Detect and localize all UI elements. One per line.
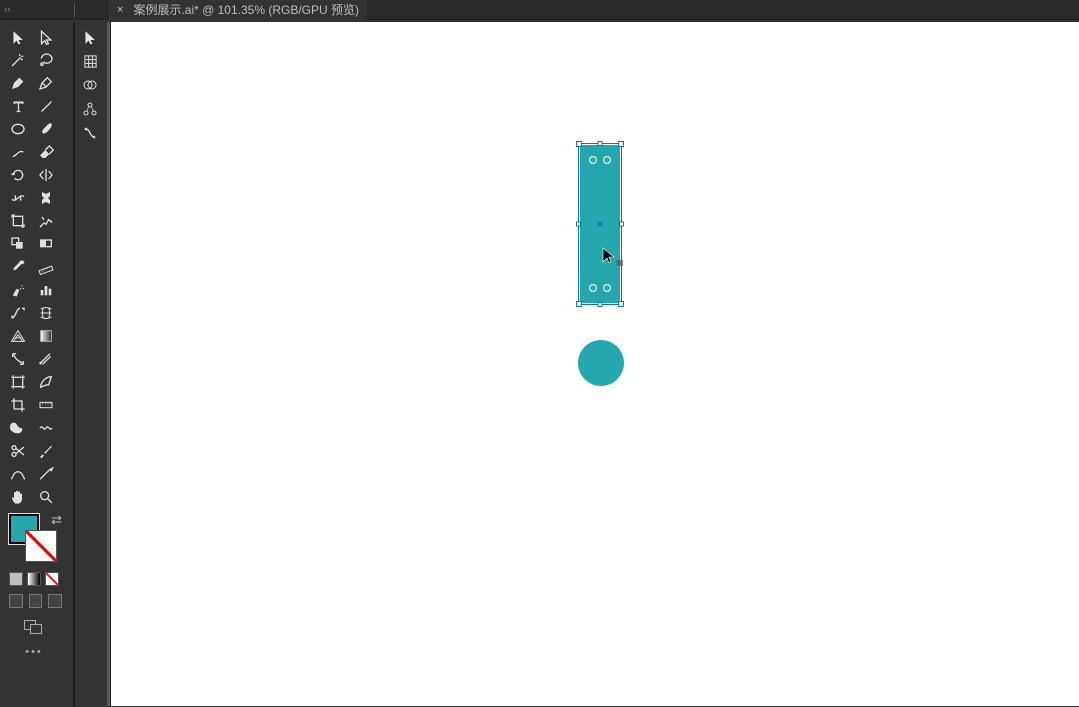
pencil-tool[interactable] xyxy=(6,141,30,163)
puppet-warp-tool[interactable] xyxy=(34,210,58,232)
blend-tool[interactable] xyxy=(6,302,30,324)
center-point xyxy=(598,222,602,226)
document-tab[interactable]: × 案例展示.ai* @ 101.35% (RGB/GPU 预览) xyxy=(109,0,367,20)
knife-tool[interactable] xyxy=(34,440,58,462)
anchor-edit-icon[interactable] xyxy=(78,98,102,120)
draw-normal-button[interactable] xyxy=(9,594,23,608)
swap-fill-stroke-icon[interactable]: ⇄ xyxy=(51,512,62,528)
title-bar: ‹‹ × 案例展示.ai* @ 101.35% (RGB/GPU 预览) xyxy=(0,0,1079,20)
artboard-tool[interactable] xyxy=(6,371,30,393)
draw-inside-button[interactable] xyxy=(48,594,62,608)
hand-tool[interactable] xyxy=(6,486,30,508)
corner-radius-handle-tr[interactable] xyxy=(603,156,611,164)
corner-radius-handle-bl[interactable] xyxy=(589,284,597,292)
selection-bounding-box xyxy=(578,143,622,305)
resize-handle-bl[interactable] xyxy=(576,301,582,307)
curvature-pen-tool[interactable] xyxy=(34,72,58,94)
stroke-swatch[interactable] xyxy=(25,530,57,562)
pixel-grid-icon[interactable] xyxy=(78,50,102,72)
corner-radius-handle-tl[interactable] xyxy=(589,156,597,164)
symbol-sprayer-tool[interactable] xyxy=(6,279,30,301)
shear-tool[interactable] xyxy=(34,348,58,370)
smooth-tool[interactable] xyxy=(34,463,58,485)
toolbox-divider xyxy=(73,22,75,706)
print-tiling-tool[interactable] xyxy=(6,463,30,485)
slice-tool[interactable] xyxy=(34,371,58,393)
resize-handle-t[interactable] xyxy=(598,141,603,146)
draw-behind-button[interactable] xyxy=(29,594,43,608)
screen-mode-button[interactable] xyxy=(24,618,44,634)
paintbrush-tool[interactable] xyxy=(34,118,58,140)
measure-tool[interactable] xyxy=(34,256,58,278)
free-transform-tool[interactable] xyxy=(6,210,30,232)
resize-handle-b[interactable] xyxy=(598,302,603,307)
selection-tool[interactable] xyxy=(6,26,30,48)
main-toolbox: ⇄ ••• xyxy=(6,26,62,658)
group-selection-tool[interactable] xyxy=(78,26,102,48)
canvas[interactable]: ▦ xyxy=(111,22,1079,706)
reflect-tool[interactable] xyxy=(34,164,58,186)
resize-handle-tr[interactable] xyxy=(618,141,624,147)
live-paint-tool[interactable] xyxy=(34,233,58,255)
magic-wand-tool[interactable] xyxy=(6,49,30,71)
eraser-tool[interactable] xyxy=(34,141,58,163)
ruler-tool[interactable] xyxy=(34,394,58,416)
corner-radius-handle-br[interactable] xyxy=(603,284,611,292)
shape-builder-tool[interactable] xyxy=(6,233,30,255)
perspective-grid-tool[interactable] xyxy=(6,325,30,347)
type-tool[interactable] xyxy=(6,95,30,117)
draw-mode-row xyxy=(6,594,62,608)
blob-brush-tool[interactable] xyxy=(6,417,30,439)
aux-tool-column xyxy=(78,26,104,144)
resize-handle-r[interactable] xyxy=(619,222,624,227)
scale-tool[interactable] xyxy=(6,348,30,370)
fill-stroke-swatches[interactable]: ⇄ xyxy=(6,512,62,572)
ellipse-shape[interactable] xyxy=(578,340,624,386)
edit-toolbar-button[interactable]: ••• xyxy=(6,646,62,658)
curvature-lock-icon[interactable] xyxy=(78,122,102,144)
column-graph-tool[interactable] xyxy=(34,279,58,301)
separator xyxy=(74,3,75,17)
lasso-tool[interactable] xyxy=(34,49,58,71)
crop-tool[interactable] xyxy=(6,394,30,416)
warp-tool[interactable] xyxy=(34,187,58,209)
rotate-tool[interactable] xyxy=(6,164,30,186)
direct-selection-tool[interactable] xyxy=(34,26,58,48)
none-color-button[interactable] xyxy=(45,572,59,586)
eyedropper-tool[interactable] xyxy=(6,256,30,278)
resize-handle-tl[interactable] xyxy=(576,141,582,147)
scissors-tool[interactable] xyxy=(6,440,30,462)
pen-tool[interactable] xyxy=(6,72,30,94)
width-tool[interactable] xyxy=(6,187,30,209)
ellipse-tool[interactable] xyxy=(6,118,30,140)
solid-color-button[interactable] xyxy=(9,572,23,586)
zoom-tool[interactable] xyxy=(34,486,58,508)
gradient-tool[interactable] xyxy=(34,325,58,347)
close-tab-icon[interactable]: × xyxy=(117,4,123,16)
mesh-tool[interactable] xyxy=(34,302,58,324)
pathfinder-icon[interactable] xyxy=(78,74,102,96)
line-segment-tool[interactable] xyxy=(34,95,58,117)
color-mode-row xyxy=(6,572,62,586)
resize-handle-br[interactable] xyxy=(618,301,624,307)
collapse-chevrons[interactable]: ‹‹ xyxy=(4,5,16,15)
gradient-color-button[interactable] xyxy=(27,572,41,586)
resize-handle-l[interactable] xyxy=(576,222,581,227)
wrinkle-tool[interactable] xyxy=(34,417,58,439)
document-tab-title: 案例展示.ai* @ 101.35% (RGB/GPU 预览) xyxy=(133,1,359,18)
